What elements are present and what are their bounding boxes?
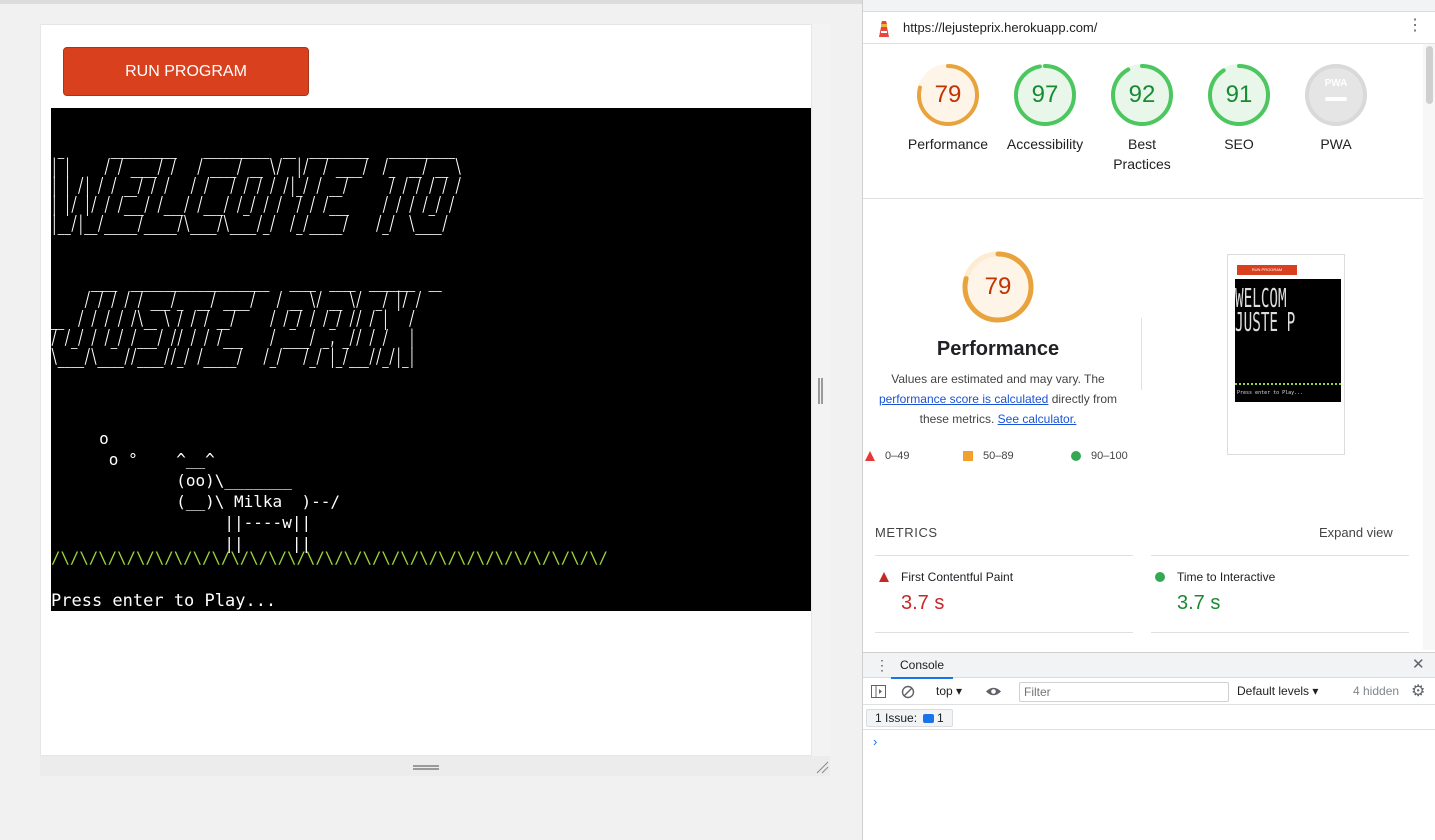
score-legend: 0–49 50–89 90–100: [863, 450, 1163, 466]
top-strip: [0, 0, 862, 4]
see-calculator-link[interactable]: See calculator.: [998, 412, 1077, 426]
fail-triangle-icon: [865, 451, 875, 461]
log-levels-value: Default levels: [1237, 684, 1310, 698]
issues-count: 1: [937, 711, 944, 725]
console-settings-gear-icon[interactable]: ⚙: [1411, 681, 1425, 701]
vertical-divider: [1141, 318, 1142, 390]
performance-detail: 79 Performance Values are estimated and …: [873, 250, 1123, 429]
thumb-grass: [1235, 383, 1341, 386]
thumb-prompt: Press enter to Play...: [1237, 390, 1304, 396]
terminal[interactable]: _ __________ __________ __ _________ ___…: [51, 108, 811, 611]
devtools-panel: https://lejusteprix.herokuapp.com/ ⋮ 79 P…: [862, 0, 1435, 840]
score-value: 97: [1031, 81, 1059, 108]
legend-range: 50–89: [983, 450, 1014, 462]
resize-corner-icon[interactable]: [815, 760, 829, 774]
metric-divider: [1151, 555, 1409, 556]
metric-name: First Contentful Paint: [901, 570, 1014, 584]
lighthouse-icon: [879, 21, 889, 37]
metric-divider: [875, 555, 1133, 556]
performance-score: 79: [984, 273, 1012, 300]
context-value: top: [936, 684, 953, 698]
expand-view-toggle[interactable]: Expand view: [1319, 525, 1393, 540]
divider: [863, 198, 1423, 199]
desc-start: Values are estimated and may vary. The: [891, 372, 1105, 386]
score-calc-link[interactable]: performance score is calculated: [879, 392, 1048, 406]
devtools-scrollbar[interactable]: [1423, 44, 1435, 650]
app-preview-pane: RUN PROGRAM _ __________ __________ __ _…: [0, 0, 862, 840]
legend-item: 90–100: [1071, 450, 1128, 462]
legend-item: 50–89: [963, 450, 1014, 462]
live-expression-eye-icon[interactable]: [985, 686, 1002, 697]
fail-triangle-icon: [879, 572, 889, 582]
scrollbar-thumb[interactable]: [1426, 46, 1433, 104]
score-gauges: 79 Performance 97 Accessibility 92 Best Practi…: [903, 62, 1423, 182]
metric-value: 3.7 s: [901, 592, 945, 614]
clear-console-icon[interactable]: [901, 685, 915, 699]
hidden-count: 4 hidden: [1353, 684, 1400, 698]
ascii-banner: _ __________ __________ __ _________ ___…: [51, 135, 462, 368]
score-performance[interactable]: 79 Performance: [903, 62, 993, 154]
thumb-ascii: WELCOM JUSTE P: [1235, 284, 1296, 338]
console-filter-input[interactable]: [1019, 682, 1229, 702]
tab-console[interactable]: Console: [891, 653, 953, 679]
pass-circle-icon: [1071, 451, 1081, 461]
close-drawer-icon[interactable]: ✕: [1412, 657, 1425, 673]
legend-range: 0–49: [885, 450, 910, 462]
log-levels-dropdown[interactable]: Default levels ▾: [1237, 684, 1318, 698]
lighthouse-url-bar: https://lejusteprix.herokuapp.com/ ⋮: [863, 12, 1435, 44]
score-label: Accessibility: [1006, 136, 1084, 152]
metrics-heading: METRICS: [875, 525, 938, 540]
report-url: https://lejusteprix.herokuapp.com/: [903, 20, 1098, 35]
issues-label: 1 Issue:: [875, 711, 918, 725]
legend-item: 0–49: [865, 450, 909, 462]
devtools-tabstrip: [863, 0, 1435, 12]
issues-button[interactable]: 1 Issue: 1: [866, 709, 953, 727]
thumb-terminal: WELCOM JUSTE P Press enter to Play...: [1235, 279, 1341, 402]
drawer-tabbar: ⋮ Console ✕: [863, 652, 1435, 679]
legend-range: 90–100: [1091, 450, 1128, 462]
score-label: SEO: [1224, 136, 1254, 152]
score-best-practices[interactable]: 92 Best Practices: [1097, 62, 1187, 174]
issue-message-icon: [923, 713, 935, 723]
ascii-grass: /\/\/\/\/\/\/\/\/\/\/\/\/\/\/\/\/\/\/\/\…: [51, 548, 608, 567]
pwa-badge-text: PWA: [1325, 78, 1348, 89]
issues-row: 1 Issue: 1: [863, 706, 1435, 730]
metric-value: 3.7 s: [1177, 592, 1221, 614]
metric-divider: [875, 632, 1133, 633]
performance-description: Values are estimated and may vary. The p…: [873, 369, 1123, 429]
horizontal-resize-handle[interactable]: [818, 378, 823, 404]
score-label: Performance: [907, 136, 989, 152]
run-program-button[interactable]: RUN PROGRAM: [63, 47, 309, 96]
score-accessibility[interactable]: 97 Accessibility: [1000, 62, 1090, 154]
more-options-icon[interactable]: ⋮: [1407, 18, 1423, 34]
console-prompt-chevron-icon: ›: [873, 734, 878, 749]
score-pwa[interactable]: PWA PWA: [1291, 62, 1381, 154]
score-gauge: PWA: [1305, 64, 1367, 126]
context-selector[interactable]: top ▾: [936, 684, 962, 698]
score-value: 79: [934, 81, 962, 108]
vertical-resize-handle[interactable]: [413, 765, 439, 770]
ascii-cow: o o ° ^__^ (oo)\_______ (__)\ Milka )--/…: [99, 429, 340, 553]
thumb-run-button: RUN PROGRAM: [1237, 265, 1297, 275]
terminal-prompt: Press enter to Play...: [51, 591, 277, 611]
metric-divider: [1151, 632, 1409, 633]
final-screenshot-thumbnail[interactable]: RUN PROGRAM WELCOM JUSTE P Press enter t…: [1227, 254, 1345, 455]
score-label: PWA: [1320, 136, 1352, 152]
score-label: Best Practices: [1113, 136, 1171, 172]
metric-name: Time to Interactive: [1177, 570, 1276, 584]
performance-title: Performance: [936, 338, 1060, 360]
average-square-icon: [963, 451, 973, 461]
console-toolbar: top ▾ Default levels ▾ 4 hidden ⚙: [863, 679, 1435, 705]
score-seo[interactable]: 91 SEO: [1194, 62, 1284, 154]
score-value: 92: [1128, 81, 1156, 108]
pass-circle-icon: [1155, 572, 1165, 582]
sidebar-toggle-icon[interactable]: [871, 685, 886, 698]
drawer-menu-icon[interactable]: ⋮: [875, 657, 889, 673]
score-value: 91: [1225, 81, 1253, 108]
